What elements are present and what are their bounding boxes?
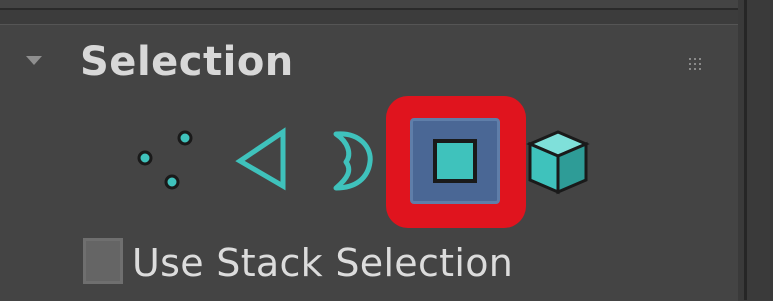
use-stack-selection-checkbox[interactable] (83, 238, 123, 284)
panel-edge-divider (744, 0, 747, 300)
drag-handle-icon[interactable] (689, 58, 703, 70)
use-stack-selection-label[interactable]: Use Stack Selection (132, 238, 513, 288)
vertex-dots-icon (137, 130, 193, 190)
rollout-title[interactable]: Selection (80, 38, 294, 86)
collapse-arrow-icon[interactable] (26, 56, 42, 65)
border-button[interactable] (320, 110, 380, 210)
edge-button[interactable] (226, 110, 296, 210)
polygon-square-icon (433, 139, 477, 183)
border-crescent-icon (333, 131, 373, 191)
polygon-button-active-state (410, 118, 500, 204)
polygon-button[interactable] (386, 96, 526, 228)
element-cube-icon (526, 130, 590, 195)
top-divider (0, 8, 773, 10)
edge-triangle-icon (235, 127, 286, 191)
vertex-button[interactable] (128, 110, 204, 210)
top-strip (0, 0, 773, 8)
element-button[interactable] (522, 110, 594, 210)
